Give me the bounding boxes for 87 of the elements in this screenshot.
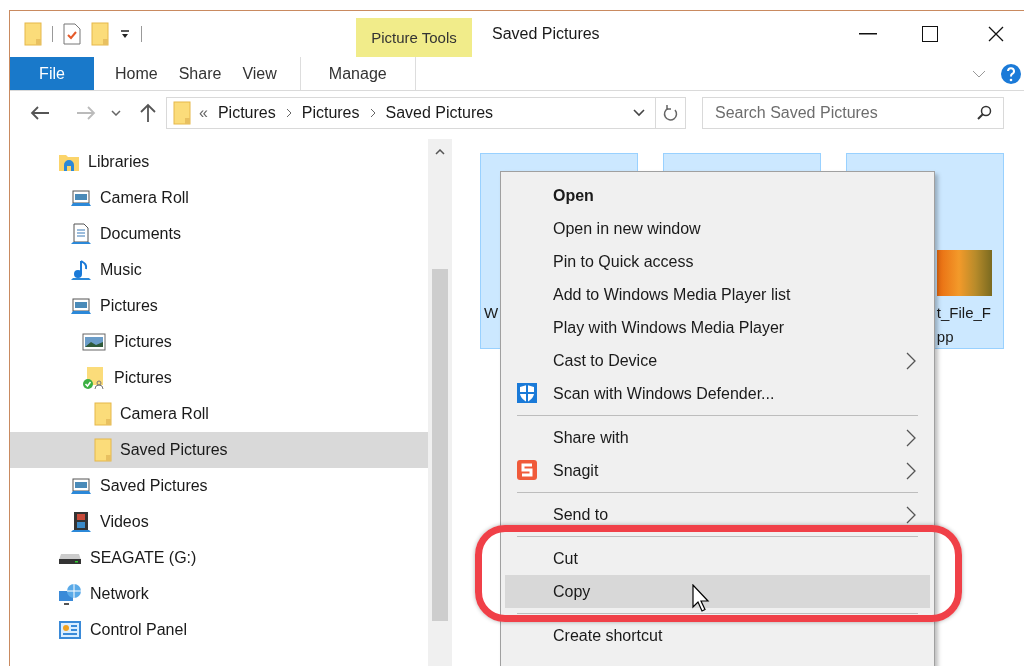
sidebar-item[interactable]: Saved Pictures (10, 432, 428, 468)
submenu-chevron-icon (906, 462, 916, 480)
music-icon (70, 259, 92, 281)
chevron-icon (285, 108, 292, 118)
folder-icon (94, 438, 112, 462)
sidebar-item[interactable]: Videos (10, 504, 428, 540)
folder-icon (24, 22, 42, 46)
menu-item[interactable]: Share with (505, 421, 930, 454)
close-icon (988, 26, 1004, 42)
refresh-icon (662, 104, 679, 122)
scroll-up-icon[interactable] (435, 149, 445, 155)
menu-item[interactable]: Open in new window (505, 212, 930, 245)
breadcrumb[interactable]: Saved Pictures (385, 104, 494, 122)
breadcrumb[interactable]: Pictures (301, 104, 360, 122)
address-bar[interactable]: « Pictures Pictures Saved Pictures (166, 97, 656, 129)
menu-item[interactable]: Copy (505, 575, 930, 608)
synced-folder-icon (82, 366, 106, 390)
control-panel-icon (58, 620, 82, 640)
sidebar-item[interactable]: SEAGATE (G:) (10, 540, 428, 576)
app-logo-icon (516, 459, 538, 481)
mouse-pointer-icon (692, 584, 712, 612)
picture-library-icon (70, 188, 92, 208)
picture-icon (82, 333, 106, 351)
picture-library-icon (70, 476, 92, 496)
new-folder-icon (91, 22, 109, 46)
customize-caret-icon[interactable] (119, 28, 131, 40)
ribbon-tab[interactable]: Share (178, 57, 222, 90)
ribbon-tab[interactable]: File (10, 57, 94, 90)
folder-icon (94, 402, 112, 426)
picture-library-icon (70, 296, 92, 316)
back-button[interactable] (28, 105, 52, 121)
scrollbar-thumb[interactable] (432, 269, 448, 621)
menu-item[interactable]: Scan with Windows Defender... (505, 377, 930, 410)
properties-icon[interactable] (63, 23, 81, 45)
recent-locations-button[interactable] (108, 110, 124, 116)
menu-item[interactable]: Snagit (505, 454, 930, 487)
window-title: Saved Pictures (491, 24, 601, 44)
folder-icon (173, 101, 191, 125)
overflow-breadcrumb[interactable]: « (199, 104, 208, 122)
menu-item[interactable]: Send to (505, 498, 930, 531)
refresh-button[interactable] (656, 97, 686, 129)
sidebar-item[interactable]: Camera Roll (10, 396, 428, 432)
documents-icon (70, 223, 92, 245)
ribbon-tab[interactable]: Manage (299, 57, 416, 90)
up-button[interactable] (138, 103, 158, 123)
scrollbar[interactable] (428, 139, 452, 666)
search-icon (976, 105, 992, 121)
sidebar-item[interactable]: Camera Roll (10, 180, 428, 216)
menu-item[interactable]: Open (505, 179, 930, 212)
drive-icon (58, 551, 82, 565)
submenu-chevron-icon (906, 429, 916, 447)
submenu-chevron-icon (906, 352, 916, 370)
sidebar-item[interactable]: Libraries (10, 144, 428, 180)
file-name: t_File_F (936, 303, 991, 323)
contextual-tab-group: Picture Tools (356, 18, 472, 57)
expand-ribbon-icon[interactable] (972, 68, 986, 79)
maximize-icon (922, 26, 938, 42)
sidebar-item[interactable]: Pictures (10, 288, 428, 324)
dropdown-caret-icon[interactable] (633, 109, 645, 117)
menu-item[interactable]: Create shortcut (505, 619, 930, 652)
menu-item[interactable]: Pin to Quick access (505, 245, 930, 278)
file-name: W (484, 303, 499, 323)
sidebar-item[interactable]: Network (10, 576, 428, 612)
search-field[interactable]: Search Saved Pictures (702, 97, 1004, 129)
chevron-icon (369, 108, 376, 118)
sidebar-item[interactable]: Documents (10, 216, 428, 252)
network-icon (58, 583, 82, 605)
sidebar-item[interactable]: Music (10, 252, 428, 288)
sidebar-item[interactable]: Pictures (10, 360, 428, 396)
breadcrumb[interactable]: Pictures (217, 104, 276, 122)
menu-item[interactable]: Cast to Device (505, 344, 930, 377)
help-icon[interactable] (1000, 62, 1022, 85)
sidebar-item[interactable]: Saved Pictures (10, 468, 428, 504)
menu-item[interactable]: Cut (505, 542, 930, 575)
minimize-icon (859, 33, 877, 35)
menu-item[interactable]: Add to Windows Media Player list (505, 278, 930, 311)
ribbon-tab[interactable]: Home (115, 57, 158, 90)
film-icon (70, 511, 92, 533)
submenu-chevron-icon (906, 506, 916, 524)
menu-item[interactable]: Play with Windows Media Player (505, 311, 930, 344)
shield-icon (516, 382, 538, 404)
ribbon-tab[interactable]: View (242, 57, 277, 90)
sidebar-item[interactable]: Control Panel (10, 612, 428, 648)
file-name: pp (936, 327, 955, 347)
library-icon (58, 152, 80, 172)
photo-placeholder (937, 250, 992, 296)
sidebar-item[interactable]: Pictures (10, 324, 428, 360)
